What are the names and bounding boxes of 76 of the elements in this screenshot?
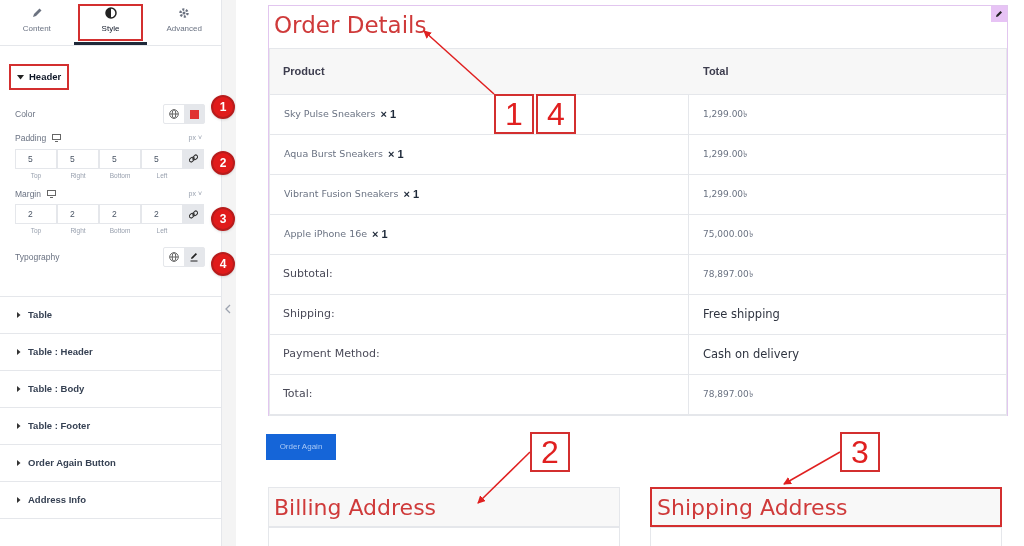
number-field[interactable]: 2 [15,204,57,225]
column-header: Product [282,64,326,80]
number-field[interactable]: 2 [99,204,141,225]
caret-icon [17,349,21,355]
quantity-label: × 1 [387,147,404,163]
number-field[interactable]: 5 [57,148,99,169]
globe-icon [169,109,179,119]
pencil-icon [189,252,199,262]
table-cell: Shipping: [270,295,689,334]
section-header[interactable]: Header [9,64,70,90]
arrow [783,451,841,485]
caret-icon [17,386,21,392]
section-item[interactable]: Table : Footer [0,408,221,445]
table-cell-text: 1,299.00৳ [702,107,748,121]
link-button[interactable] [183,148,204,169]
number-field[interactable]: 5 [99,148,141,169]
caret-icon [17,497,21,503]
table-cell-text: Free shipping [702,305,780,323]
tab[interactable]: Content [0,0,74,45]
link-button[interactable] [183,204,204,225]
field-label: Margin [15,187,41,201]
edit-button[interactable] [991,6,1007,22]
color-swatch-button[interactable] [184,105,204,123]
callout-number: 3 [840,432,880,472]
caret-icon [17,74,24,80]
tab[interactable]: Style [73,0,148,45]
field-label: Color [15,107,36,121]
caret-icon [17,460,21,466]
table-cell-text: 75,000.00৳ [702,227,753,241]
section-item[interactable]: Table : Body [0,371,221,408]
address-heading: Billing Address [268,487,620,527]
product-name: Aqua Burst Sneakers [284,147,383,162]
address-heading: Shipping Address [650,487,1002,527]
table-cell: Subtotal: [270,255,689,294]
number-field[interactable]: 5 [141,148,183,169]
table-cell-text: 1,299.00৳ [702,187,748,201]
number-field[interactable]: 5 [15,148,57,169]
caret-icon [17,312,21,318]
section-item[interactable]: Order Again Button [0,445,221,482]
table-cell-text: 78,897.00৳ [702,267,753,281]
table-cell-text: 78,897.00৳ [702,387,753,401]
product-name: Vibrant Fusion Sneakers [284,187,399,202]
product-name: Apple iPhone 16e [284,227,368,242]
pencil-icon [995,10,1003,18]
caret-icon [17,423,21,429]
table-cell-text: Cash on delivery [702,345,800,363]
field-label: Typography [15,250,60,264]
section-item[interactable]: Table [0,297,221,334]
product-name: Sky Pulse Sneakers [284,107,376,122]
column-header: Total [702,64,729,80]
number-field[interactable]: 2 [57,204,99,225]
callout-number: 2 [530,432,570,472]
edit-button[interactable] [184,248,204,266]
quantity-label: × 1 [380,107,397,123]
number-field[interactable]: 2 [141,204,183,225]
section-item[interactable]: Address Info [0,482,221,519]
tab[interactable]: Advanced [147,0,221,45]
table-cell: Total: [270,375,689,414]
half-circle-icon [104,7,117,19]
callout-number: 1 [494,94,534,134]
section-item[interactable]: Table : Header [0,334,221,371]
globe-icon [169,252,179,262]
section-title: Order Details [273,11,427,40]
quantity-label: × 1 [372,227,388,243]
field-label: Padding [15,132,47,145]
gear-icon [178,7,191,19]
monitor-icon [47,189,56,198]
arrow [477,451,531,504]
link-icon [189,154,198,164]
pencil-icon [30,7,43,19]
link-icon [189,209,198,219]
quantity-label: × 1 [403,187,420,203]
table-cell: Payment Method: [270,335,689,374]
monitor-icon [52,134,62,143]
callout-number: 4 [536,94,576,134]
table-cell-text: 1,299.00৳ [702,147,748,161]
